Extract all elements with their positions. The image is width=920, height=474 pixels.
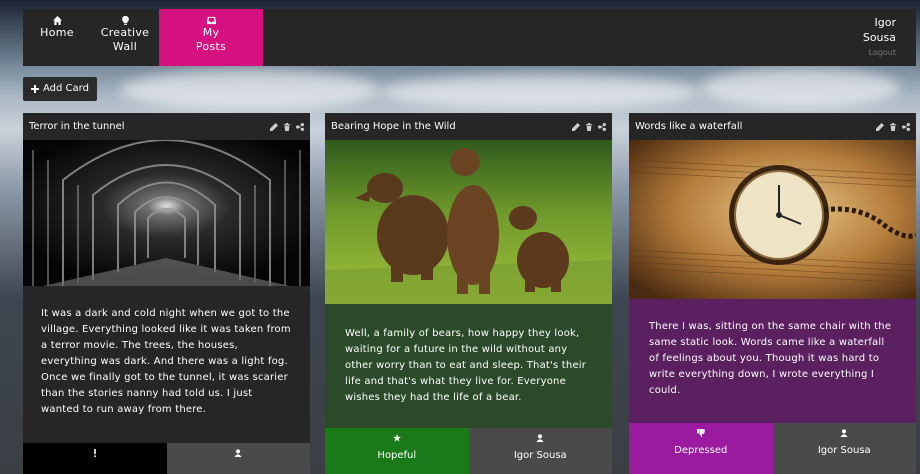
card-title: Terror in the tunnel (29, 121, 125, 132)
nav-creative-label-2: Wall (112, 40, 138, 53)
card-body: There I was, sitting on the same chair w… (629, 299, 916, 423)
card-tools (572, 122, 606, 131)
user-last-name: Sousa (862, 31, 896, 44)
background-cloud (700, 68, 900, 108)
card-title: Bearing Hope in the Wild (331, 121, 456, 132)
logout-link[interactable]: Logout (863, 45, 896, 60)
mood-badge[interactable] (23, 443, 167, 474)
share-icon[interactable] (296, 122, 304, 131)
home-icon (52, 16, 62, 25)
mood-label: Hopeful (377, 450, 417, 461)
post-card: Words like a waterfall There I was, sitt… (629, 113, 916, 474)
card-header: Terror in the tunnel (23, 113, 310, 140)
author-badge[interactable] (166, 443, 310, 474)
mood-badge[interactable]: Hopeful (325, 428, 469, 474)
inbox-icon (206, 16, 216, 25)
background-cloud (120, 70, 380, 110)
star-icon (392, 434, 401, 442)
plus-icon (31, 85, 39, 93)
exclamation-icon (93, 449, 96, 457)
pocket-watch-photo (629, 140, 916, 299)
nav-home-label: Home (40, 26, 74, 39)
author-label: Igor Sousa (817, 445, 871, 456)
card-footer: Depressed Igor Sousa (629, 423, 916, 474)
dark-tunnel-photo (23, 140, 310, 286)
lightbulb-icon (121, 16, 129, 25)
author-label: Igor Sousa (513, 450, 567, 461)
card-body: It was a dark and cold night when we got… (23, 286, 310, 443)
background-cloud (380, 75, 700, 109)
share-icon[interactable] (902, 122, 910, 131)
bears-photo (325, 140, 612, 304)
top-navbar: Home Creative Wall My Posts Igor Sousa L… (23, 9, 916, 66)
card-title: Words like a waterfall (635, 121, 743, 132)
card-text: There I was, sitting on the same chair w… (649, 321, 892, 396)
nav-creative-wall[interactable]: Creative Wall (91, 9, 159, 66)
user-first-name: Igor (874, 16, 896, 29)
author-badge[interactable]: Igor Sousa (468, 428, 612, 474)
edit-icon[interactable] (270, 122, 278, 131)
post-card: Bearing Hope in the Wild Well, a family … (325, 113, 612, 474)
nav-creative-label-1: Creative (100, 26, 150, 39)
card-tools (876, 122, 910, 131)
user-icon (536, 434, 544, 442)
user-icon (234, 449, 242, 457)
card-tools (270, 122, 304, 131)
card-footer: Hopeful Igor Sousa (325, 428, 612, 474)
edit-icon[interactable] (572, 122, 580, 131)
user-menu: Igor Sousa Logout (863, 15, 896, 60)
trash-icon[interactable] (889, 122, 897, 131)
edit-icon[interactable] (876, 122, 884, 131)
author-badge[interactable]: Igor Sousa (772, 423, 916, 474)
post-card: Terror in the tunnel It was a dark and c… (23, 113, 310, 474)
thumbs-down-icon (696, 429, 705, 437)
card-header: Bearing Hope in the Wild (325, 113, 612, 140)
card-text: It was a dark and cold night when we got… (41, 308, 291, 415)
add-card-label: Add Card (43, 83, 89, 94)
mood-label: Depressed (674, 445, 728, 456)
trash-icon[interactable] (283, 122, 291, 131)
trash-icon[interactable] (585, 122, 593, 131)
nav-my-posts-label-1: My (202, 26, 220, 39)
card-body: Well, a family of bears, how happy they … (325, 304, 612, 428)
card-text: Well, a family of bears, how happy they … (345, 328, 587, 403)
mood-badge[interactable]: Depressed (629, 423, 773, 474)
nav-my-posts[interactable]: My Posts (159, 9, 263, 66)
card-footer (23, 443, 310, 474)
nav-home[interactable]: Home (23, 9, 91, 66)
share-icon[interactable] (598, 122, 606, 131)
nav-my-posts-label-2: Posts (195, 40, 227, 53)
user-icon (840, 429, 848, 437)
add-card-button[interactable]: Add Card (23, 77, 97, 101)
card-header: Words like a waterfall (629, 113, 916, 140)
